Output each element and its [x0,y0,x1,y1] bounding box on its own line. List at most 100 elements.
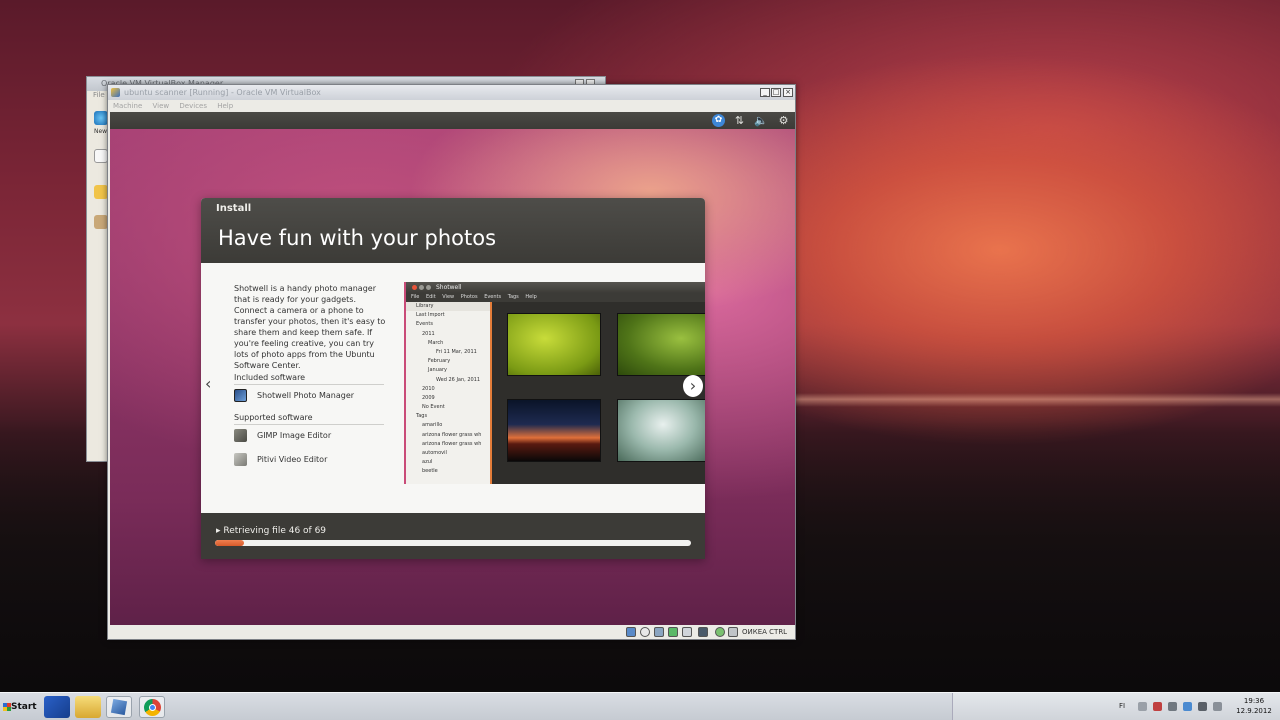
close-button[interactable]: × [783,88,793,97]
chrome-taskbar-button[interactable] [139,696,165,718]
sidebar-entry: January [428,367,447,374]
progress-text: Retrieving file 46 of 69 [223,526,327,536]
sidebar-entry: beetle [422,468,438,475]
progress-label[interactable]: ▸ Retrieving file 46 of 69 [216,526,326,536]
sidebar-entry: Last Import [416,312,445,319]
sidebar-entry: amarillo [422,422,443,429]
network-icon[interactable]: ⇅ [733,114,746,127]
pitivi-icon [234,453,247,466]
virtualbox-icon [110,698,128,716]
shotwell-menu-item: Help [525,294,537,300]
mouse-integration-icon[interactable] [728,627,738,637]
system-tray: FI 19:36 12.9.2012 [952,693,1280,720]
slide-description: Shotwell is a handy photo manager that i… [234,284,386,370]
network-tray-icon[interactable] [1198,702,1207,711]
progress-panel: ▸ Retrieving file 46 of 69 [201,513,705,559]
shared-folders-icon[interactable] [682,627,692,637]
vm-window-title: ubuntu scanner [Running] - Oracle VM Vir… [124,88,321,97]
photo-thumbnail [507,313,601,376]
clock-date: 12.9.2012 [1236,707,1272,715]
progress-bar [215,540,691,546]
sidebar-entry: Events [416,321,433,328]
folder-icon[interactable] [75,696,101,718]
supported-software-heading: Supported software [234,413,384,425]
vm-statusbar: ОИКЕА CTRL [108,625,795,639]
menu-view[interactable]: View [153,102,170,110]
vm-list-icon[interactable] [94,215,108,229]
optical-drive-icon[interactable] [640,627,650,637]
menu-devices[interactable]: Devices [179,102,207,110]
software-item: Pitivi Video Editor [234,453,327,469]
sidebar-entry: arizona flower grass wh [422,440,482,447]
vm-list-icon[interactable] [94,149,108,163]
menu-machine[interactable]: Machine [113,102,142,110]
included-software-heading: Included software [234,373,384,385]
windows-logo-icon [3,703,11,711]
shotwell-titlebar: Shotwell [406,282,705,293]
next-slide-button[interactable]: › [683,375,703,397]
installer-header: Install Have fun with your photos [201,198,705,263]
sidebar-entry: azul [422,459,433,466]
photo-thumbnail [507,399,601,462]
sidebar-entry: 2011 [422,330,435,337]
volume-tray-icon[interactable] [1213,702,1222,711]
clock-time: 19:36 [1243,697,1265,705]
accessibility-icon[interactable]: ✿ [712,114,725,127]
software-label: GIMP Image Editor [257,431,332,440]
progress-fill [215,540,244,546]
tray-icon[interactable] [1153,702,1162,711]
virtualbox-taskbar-button[interactable] [106,696,132,718]
shotwell-sidebar: Library Last Import Events 2011 March Fr… [406,302,492,484]
language-indicator[interactable]: FI [1119,702,1125,710]
volume-icon[interactable]: 🔈 [754,114,768,127]
start-button[interactable]: Start [1,696,37,718]
start-label: Start [11,702,37,712]
clock[interactable]: 19:36 12.9.2012 [1229,696,1279,716]
software-item: GIMP Image Editor [234,429,331,445]
shotwell-menu-item: View [442,294,455,300]
software-label: Shotwell Photo Manager [257,391,355,400]
capture-icon[interactable] [715,627,725,637]
minimize-dot-icon [419,285,424,290]
shotwell-menubar: File Edit View Photos Events Tags Help [406,293,705,302]
shotwell-menu-item: Events [484,294,502,300]
manager-menu-file[interactable]: File [93,91,105,99]
virtualbox-icon [111,88,120,97]
maximize-button[interactable]: □ [771,88,781,97]
hard-disk-icon[interactable] [626,627,636,637]
installer-window: Install Have fun with your photos ‹ Shot… [201,198,705,559]
shotwell-screenshot: Shotwell File Edit View Photos Events Ta… [404,282,705,484]
network-adapter-icon[interactable] [668,627,678,637]
tray-icon[interactable] [1183,702,1192,711]
software-label: Pitivi Video Editor [257,455,328,464]
tray-icon[interactable] [1168,702,1177,711]
sidebar-entry: 2010 [422,385,435,392]
minimize-button[interactable]: _ [760,88,770,97]
shotwell-icon [234,389,247,402]
tray-icon[interactable] [1138,702,1147,711]
shotwell-title: Shotwell [436,284,462,291]
photo-thumbnail [617,313,705,376]
outlook-icon[interactable] [44,696,70,718]
sidebar-entry: February [428,358,451,365]
photo-thumbnail [617,399,705,462]
sidebar-entry: No Event [422,404,445,411]
vm-window[interactable]: ubuntu scanner [Running] - Oracle VM Vir… [107,84,796,640]
sidebar-entry: arizona flower grass wh [422,431,482,438]
new-vm-icon[interactable] [94,111,108,125]
display-icon[interactable] [698,627,708,637]
gear-icon[interactable]: ⚙ [777,114,790,127]
vm-list-icon[interactable] [94,185,108,199]
menu-help[interactable]: Help [217,102,233,110]
sidebar-entry: Wed 26 Jan, 2011 [436,376,481,383]
close-dot-icon [412,285,417,290]
usb-icon[interactable] [654,627,664,637]
previous-slide-button[interactable]: ‹ [205,376,211,392]
sidebar-entry: March [428,339,444,346]
ubuntu-top-panel: ✿ ⇅ 🔈 ⚙ [110,112,795,129]
host-key-label: ОИКЕА CTRL [742,628,788,636]
shotwell-menu-item: File [411,294,420,300]
slide-heading: Have fun with your photos [218,226,497,250]
vm-titlebar[interactable]: ubuntu scanner [Running] - Oracle VM Vir… [108,85,795,100]
guest-screen[interactable]: ✿ ⇅ 🔈 ⚙ Install Have fun with your photo… [110,112,795,625]
